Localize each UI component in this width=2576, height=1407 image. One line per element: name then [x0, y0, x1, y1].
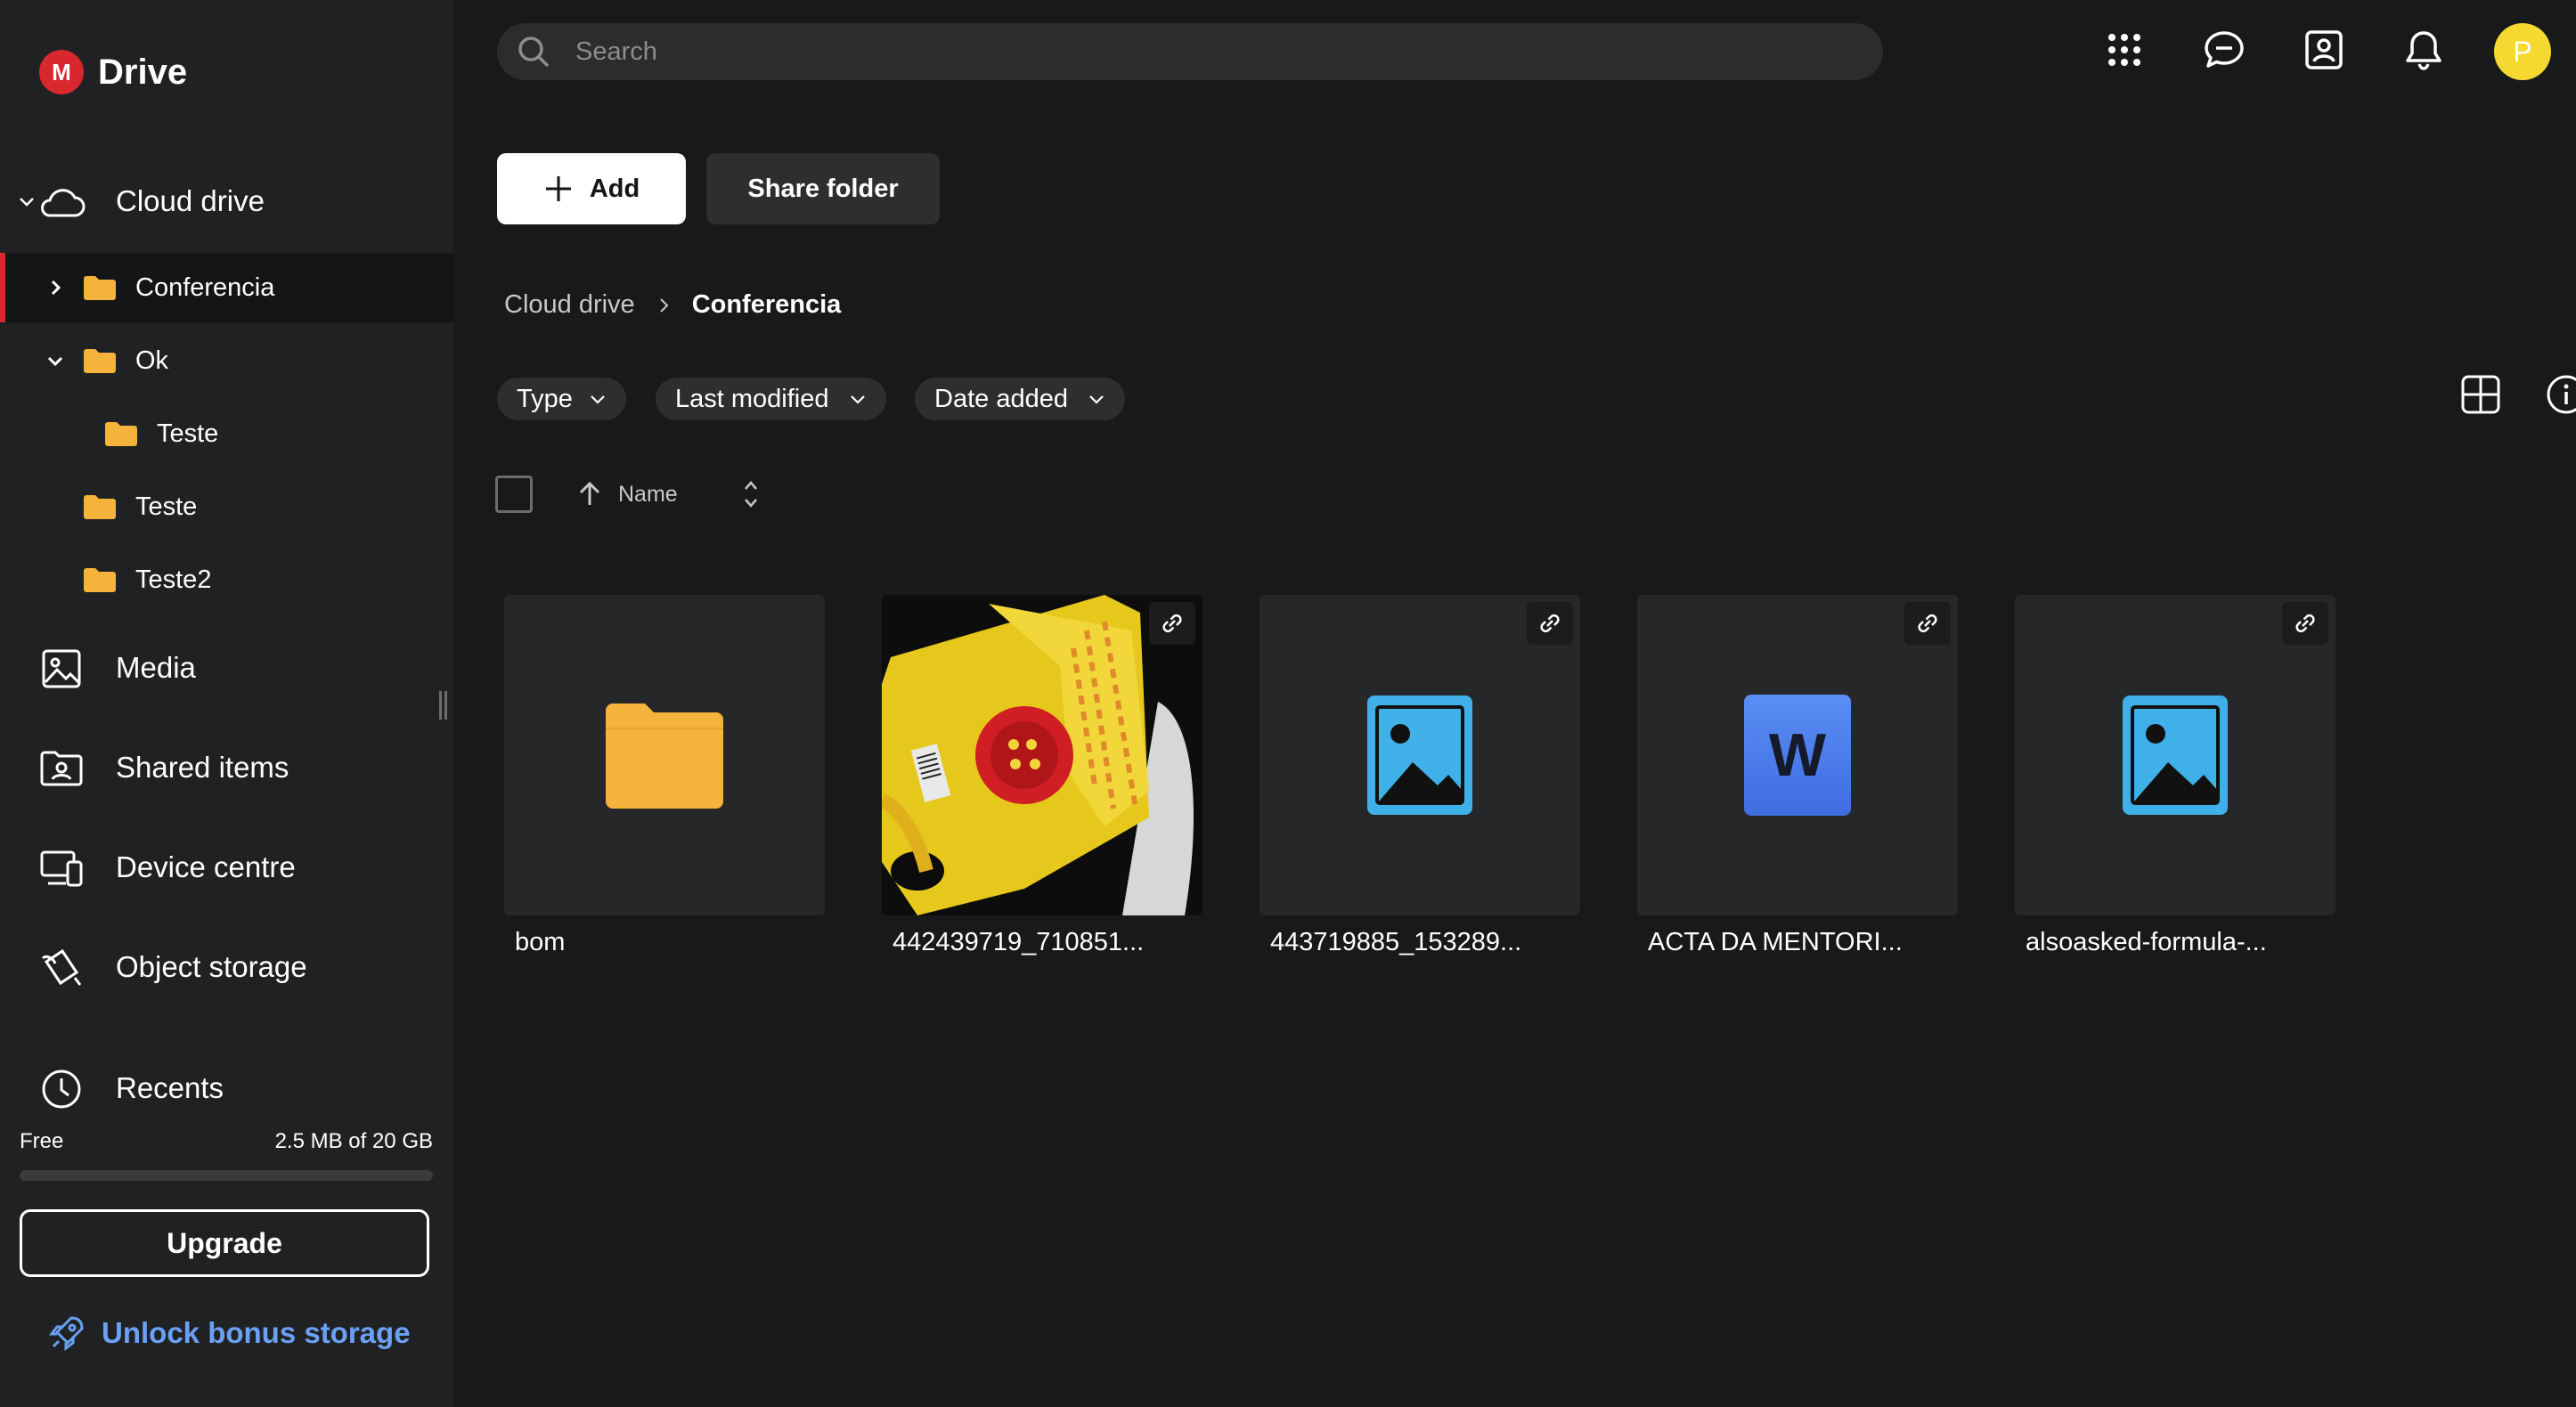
folder-icon: [105, 422, 137, 446]
breadcrumb-cloud-drive[interactable]: Cloud drive: [504, 290, 635, 320]
file-card-word[interactable]: W: [1637, 595, 1958, 915]
sidebar-item-label: Object storage: [116, 950, 307, 983]
file-card-image[interactable]: [1259, 595, 1580, 915]
image-icon: [42, 649, 81, 688]
add-button-label: Add: [589, 174, 640, 203]
chevron-down-icon: [850, 395, 865, 404]
sidebar: M Drive Cloud drive Conferencia Ok Teste…: [0, 0, 454, 1407]
sort-bar: Name: [495, 476, 760, 513]
chevron-right-icon: [659, 297, 669, 313]
folder-icon: [84, 276, 116, 300]
filter-label: Type: [517, 384, 573, 413]
file-card-image[interactable]: [2015, 595, 2336, 915]
file-name[interactable]: 442439719_710851...: [893, 928, 1144, 957]
file-name[interactable]: alsoasked-formula-...: [2026, 928, 2267, 957]
sidebar-item-label: Media: [116, 651, 196, 684]
file-card-folder[interactable]: [504, 595, 825, 915]
chevron-down-icon: [1089, 395, 1104, 404]
folder-icon: [84, 495, 116, 519]
tree-item-label: Teste2: [135, 565, 212, 594]
folder-icon: [606, 704, 723, 809]
sidebar-item-label: Device centre: [116, 850, 296, 883]
sidebar-item-recents[interactable]: Recents: [0, 1061, 454, 1115]
chevron-down-icon: [591, 395, 605, 404]
file-name[interactable]: ACTA DA MENTORI...: [1648, 928, 1903, 957]
sidebar-item-device-centre[interactable]: Device centre: [0, 841, 454, 894]
rocket-icon: [49, 1316, 84, 1351]
sidebar-item-label: Cloud drive: [116, 184, 265, 217]
search-input[interactable]: [574, 36, 1824, 68]
clock-icon: [42, 1069, 81, 1109]
plus-icon: [545, 176, 571, 201]
search-bar[interactable]: [497, 23, 1883, 80]
contacts-icon[interactable]: [2301, 27, 2347, 73]
storage-usage: 2.5 MB of 20 GB: [274, 1129, 433, 1153]
sidebar-item-media[interactable]: Media: [0, 641, 454, 695]
filter-date-added[interactable]: Date added: [915, 378, 1125, 420]
app-title: Drive: [98, 52, 188, 92]
sidebar-resize-handle[interactable]: [439, 691, 450, 720]
file-name[interactable]: bom: [515, 928, 565, 957]
arrow-up-icon[interactable]: [577, 481, 602, 508]
tree-item-teste2[interactable]: Teste2: [0, 545, 454, 614]
chat-icon[interactable]: [2201, 27, 2247, 73]
sidebar-item-cloud-drive[interactable]: Cloud drive: [0, 175, 454, 228]
unlock-bonus-storage-label: Unlock bonus storage: [102, 1316, 411, 1349]
image-file-icon: [2123, 695, 2228, 815]
search-icon: [518, 37, 550, 68]
folder-icon: [84, 568, 116, 592]
share-folder-button[interactable]: Share folder: [706, 153, 940, 224]
filter-type[interactable]: Type: [497, 378, 626, 420]
mega-logo-icon: M: [39, 50, 84, 94]
file-name[interactable]: 443719885_153289...: [1270, 928, 1521, 957]
storage-plan: Free: [20, 1129, 64, 1153]
folder-icon: [84, 349, 116, 373]
sort-toggle-icon[interactable]: [742, 479, 760, 509]
tree-item-label: Teste: [157, 419, 219, 448]
tree-item-conferencia[interactable]: Conferencia: [0, 253, 454, 322]
breadcrumb-current: Conferencia: [691, 290, 842, 319]
tree-item-teste[interactable]: Teste: [0, 472, 454, 541]
filter-label: Last modified: [675, 384, 829, 413]
tree-item-ok[interactable]: Ok: [0, 326, 454, 395]
grid-view-icon[interactable]: [2460, 374, 2501, 415]
link-icon[interactable]: [1149, 602, 1195, 645]
tree-item-label: Teste: [135, 492, 198, 521]
app-logo[interactable]: M Drive: [39, 50, 187, 94]
bucket-icon: [41, 948, 82, 986]
filter-last-modified[interactable]: Last modified: [656, 378, 886, 420]
bell-icon[interactable]: [2401, 27, 2447, 73]
word-file-icon: W: [1744, 695, 1851, 816]
avatar[interactable]: P: [2494, 23, 2551, 80]
image-file-icon: [1367, 695, 1472, 815]
select-all-checkbox[interactable]: [495, 476, 533, 513]
info-icon[interactable]: [2546, 374, 2576, 415]
sort-label[interactable]: Name: [618, 482, 678, 508]
upgrade-button[interactable]: Upgrade: [20, 1209, 429, 1277]
filter-label: Date added: [934, 384, 1068, 413]
sidebar-item-label: Recents: [116, 1071, 224, 1104]
shared-folder-icon: [40, 751, 83, 786]
tree-item-label: Ok: [135, 346, 169, 375]
link-icon[interactable]: [2282, 602, 2328, 645]
link-icon[interactable]: [1527, 602, 1573, 645]
file-card-photo[interactable]: [882, 595, 1202, 915]
add-button[interactable]: Add: [497, 153, 686, 224]
storage-progress-bar: [20, 1170, 433, 1181]
sidebar-item-object-storage[interactable]: Object storage: [0, 940, 454, 994]
devices-icon: [40, 850, 83, 887]
sidebar-item-label: Shared items: [116, 751, 289, 784]
breadcrumb: Cloud drive Conferencia: [504, 290, 841, 320]
tree-item-label: Conferencia: [135, 272, 275, 302]
chevron-right-icon[interactable]: [45, 277, 66, 298]
link-icon[interactable]: [1904, 602, 1951, 645]
chevron-down-icon[interactable]: [45, 350, 66, 371]
cloud-icon: [41, 189, 86, 217]
chevron-down-icon[interactable]: [16, 191, 37, 212]
tree-item-ok-teste[interactable]: Teste: [0, 399, 454, 468]
apps-grid-icon[interactable]: [2101, 27, 2148, 73]
sidebar-item-shared-items[interactable]: Shared items: [0, 741, 454, 794]
unlock-bonus-storage-link[interactable]: Unlock bonus storage: [48, 1314, 411, 1352]
